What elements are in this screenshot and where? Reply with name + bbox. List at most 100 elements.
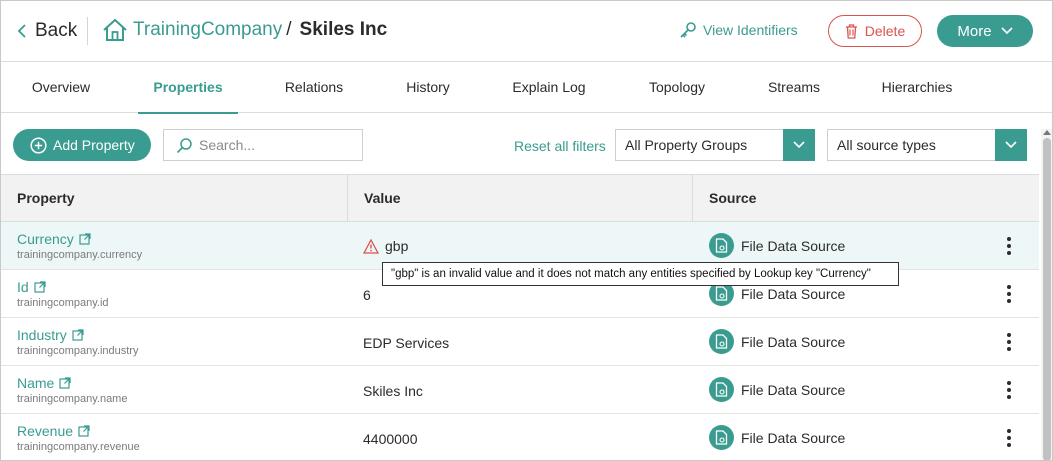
column-header-source[interactable]: Source (692, 175, 1039, 221)
property-name-link[interactable]: Revenue (17, 423, 90, 439)
scroll-up-arrow[interactable] (1043, 130, 1051, 135)
file-source-icon (709, 425, 734, 450)
more-label: More (957, 22, 992, 40)
kebab-menu-icon[interactable] (999, 283, 1019, 305)
delete-label: Delete (864, 23, 906, 39)
property-value-text: EDP Services (363, 335, 450, 351)
property-key: trainingcompany.revenue (17, 441, 140, 453)
property-source: File Data Source (709, 329, 845, 354)
property-name-link[interactable]: Industry (17, 327, 84, 343)
tab-properties[interactable]: Properties (138, 62, 238, 114)
property-key: trainingcompany.name (17, 393, 128, 405)
page-title: Skiles Inc (299, 19, 388, 40)
view-identifiers-label: View Identifiers (703, 22, 798, 38)
property-key: trainingcompany.currency (17, 249, 143, 261)
header-divider (87, 17, 88, 45)
tab-bar: Overview Properties Relations History Ex… (1, 62, 1052, 114)
property-name: Revenue (17, 423, 74, 439)
tab-explain-log[interactable]: Explain Log (506, 62, 592, 113)
tab-history[interactable]: History (398, 62, 458, 113)
source-types-value: All source types (837, 137, 936, 153)
chevron-down-icon (1001, 27, 1013, 35)
tab-hierarchies[interactable]: Hierarchies (874, 62, 960, 113)
file-source-icon (709, 233, 734, 258)
property-value: 6 (363, 287, 371, 303)
search-icon (176, 137, 192, 153)
property-key: trainingcompany.id (17, 297, 109, 309)
property-value-text: 4400000 (363, 431, 418, 447)
add-property-label: Add Property (53, 137, 135, 153)
external-link-icon (78, 425, 90, 437)
back-label: Back (35, 20, 78, 41)
property-value: 4400000 (363, 431, 418, 447)
column-header-property[interactable]: Property (1, 175, 347, 221)
delete-button[interactable]: Delete (828, 15, 922, 47)
source-types-select[interactable]: All source types (827, 129, 1027, 161)
external-link-icon (72, 329, 84, 341)
tab-topology[interactable]: Topology (641, 62, 713, 113)
back-button[interactable]: Back (17, 20, 77, 42)
breadcrumb: TrainingCompany / Skiles Inc (102, 18, 387, 42)
property-value-text: gbp (385, 238, 409, 254)
property-name-link[interactable]: Name (17, 375, 71, 391)
file-source-icon (709, 329, 734, 354)
property-name: Currency (17, 231, 74, 247)
source-label: File Data Source (741, 429, 846, 446)
table-row: Name trainingcompany.name Skiles Inc Fil… (1, 366, 1039, 414)
property-name-link[interactable]: Id (17, 279, 46, 295)
reset-filters-link[interactable]: Reset all filters (514, 138, 606, 154)
key-icon (680, 22, 696, 38)
tab-relations[interactable]: Relations (279, 62, 349, 113)
table-row: Revenue trainingcompany.revenue 4400000 … (1, 414, 1039, 460)
add-property-button[interactable]: Add Property (13, 129, 151, 161)
external-link-icon (59, 377, 71, 389)
property-value: EDP Services (363, 335, 449, 351)
chevron-left-icon (17, 24, 26, 38)
property-groups-select[interactable]: All Property Groups (615, 129, 815, 161)
kebab-menu-icon[interactable] (999, 331, 1019, 353)
property-name-link[interactable]: Currency (17, 231, 91, 247)
app-window: Back TrainingCompany / Skiles Inc View I… (0, 0, 1053, 461)
breadcrumb-entity-type[interactable]: TrainingCompany (133, 19, 282, 41)
kebab-menu-icon[interactable] (999, 379, 1019, 401)
breadcrumb-separator: / (286, 19, 292, 40)
property-source: File Data Source (709, 377, 845, 402)
column-header-value[interactable]: Value (347, 175, 693, 221)
property-value: gbp (363, 238, 408, 254)
chevron-down-icon (995, 129, 1027, 161)
trash-icon (845, 23, 857, 39)
tab-streams[interactable]: Streams (762, 62, 826, 113)
file-source-icon (709, 377, 734, 402)
external-link-icon (34, 281, 46, 293)
search-input[interactable] (199, 137, 359, 153)
property-name: Id (17, 279, 29, 295)
table-row: Industry trainingcompany.industry EDP Se… (1, 318, 1039, 366)
property-source: File Data Source (709, 233, 845, 258)
chevron-down-icon (783, 129, 815, 161)
property-source: File Data Source (709, 425, 845, 450)
property-value-text: Skiles Inc (363, 383, 423, 399)
property-name: Industry (17, 327, 67, 343)
scrollbar-thumb[interactable] (1043, 138, 1051, 460)
search-box (163, 129, 363, 161)
external-link-icon (79, 233, 91, 245)
view-identifiers-button[interactable]: View Identifiers (679, 21, 798, 39)
source-label: File Data Source (741, 285, 846, 302)
entity-header: Back TrainingCompany / Skiles Inc View I… (1, 1, 1052, 62)
warning-triangle-icon[interactable] (363, 238, 379, 254)
property-key: trainingcompany.industry (17, 345, 139, 357)
property-name: Name (17, 375, 55, 391)
property-groups-value: All Property Groups (625, 137, 748, 153)
more-button[interactable]: More (937, 15, 1033, 47)
source-label: File Data Source (741, 381, 846, 398)
kebab-menu-icon[interactable] (999, 427, 1019, 449)
property-value: Skiles Inc (363, 383, 423, 399)
property-value-text: 6 (363, 287, 371, 303)
house-icon (102, 18, 128, 42)
table-header: Property Value Source (1, 174, 1039, 222)
kebab-menu-icon[interactable] (999, 235, 1019, 257)
source-label: File Data Source (741, 237, 846, 254)
validation-tooltip: "gbp" is an invalid value and it does no… (382, 262, 899, 286)
plus-circle-icon (30, 136, 47, 154)
tab-overview[interactable]: Overview (25, 62, 97, 113)
